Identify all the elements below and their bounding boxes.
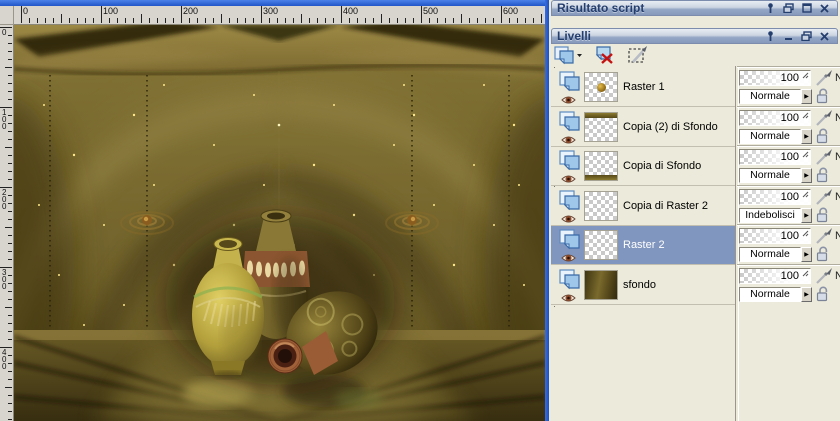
app-screen: 0 100 200 300 400 500 600 0 1 0 0 2 0 0 3 0 0 4 0 … <box>0 0 840 421</box>
h-ruler-label: 300 <box>263 6 279 16</box>
h-ruler-label: 400 <box>343 6 359 16</box>
layer-name-label: sfondo <box>623 278 657 291</box>
layer-thumbnail[interactable] <box>584 72 618 102</box>
layer-lock-icon[interactable] <box>815 286 831 307</box>
ruler-corner <box>0 6 14 25</box>
opacity-resize-handle-icon <box>802 106 809 124</box>
minimize-icon[interactable] <box>783 31 794 42</box>
opacity-slider[interactable]: 100 <box>739 267 811 284</box>
restore-icon[interactable] <box>783 3 794 14</box>
blend-mode-arrow-button[interactable]: ▶ <box>801 128 812 144</box>
layer-thumbnail[interactable] <box>584 190 618 221</box>
opacity-resize-handle-icon <box>802 224 809 242</box>
v-ruler-label: 4 0 0 <box>2 348 7 371</box>
layer-thumbnail[interactable] <box>584 230 618 260</box>
layer-controls-6: 100 N Normale ▶ <box>737 263 840 307</box>
opacity-resize-handle-icon <box>802 66 809 84</box>
blend-mode-arrow-button[interactable]: ▶ <box>801 247 812 262</box>
v-ruler-label: 0 <box>2 28 7 37</box>
pin-icon[interactable] <box>765 30 776 42</box>
layer-thumbnail[interactable] <box>584 151 618 181</box>
h-ruler-label: 600 <box>503 6 519 16</box>
blend-mode-dropdown[interactable]: Normale <box>739 168 801 183</box>
maximize-icon[interactable] <box>801 3 812 14</box>
layer-row-copia-di-sfondo[interactable]: Copia di Sfondo <box>551 147 735 186</box>
image-canvas[interactable] <box>14 25 545 421</box>
h-ruler-label: 0 <box>23 6 29 16</box>
layer-controls-3: 100 N Normale ▶ <box>737 145 840 185</box>
layer-controls-4: 100 N Indebolisci ▶ <box>737 184 840 225</box>
blend-mode-arrow-button[interactable]: ▶ <box>801 89 812 104</box>
artwork-vases <box>14 25 545 421</box>
new-layer-button[interactable] <box>553 45 583 65</box>
opacity-value: 100 <box>780 190 799 203</box>
layer-controls-5: 100 N Normale ▶ <box>737 224 840 264</box>
opacity-slider[interactable]: 100 <box>739 70 811 86</box>
opacity-resize-handle-icon <box>802 145 809 163</box>
layer-name-label: Copia di Raster 2 <box>623 199 708 212</box>
script-result-title: Risultato script <box>557 1 645 15</box>
opacity-value: 100 <box>780 269 799 282</box>
blend-mode-arrow-button[interactable]: ▶ <box>801 286 812 302</box>
layer-thumbnail[interactable] <box>584 111 618 142</box>
h-ruler-label: 500 <box>423 6 439 16</box>
blend-mode-dropdown[interactable]: Normale <box>739 89 801 104</box>
opacity-slider[interactable]: 100 <box>739 149 811 165</box>
opacity-value: 100 <box>780 111 799 124</box>
layer-controls-2: 100 N Normale ▶ <box>737 105 840 146</box>
horizontal-ruler: 0 100 200 300 400 500 600 <box>14 6 545 25</box>
layers-panel-titlebar[interactable]: Livelli <box>551 28 838 44</box>
layer-controls-1: 100 N Normale ▶ <box>737 66 840 106</box>
link-set-indicator: N <box>835 111 840 124</box>
link-set-indicator: N <box>835 230 840 242</box>
link-set-indicator: N <box>835 72 840 84</box>
opacity-slider[interactable]: 100 <box>739 228 811 244</box>
blend-mode-dropdown[interactable]: Normale <box>739 128 801 144</box>
opacity-value: 100 <box>780 72 799 84</box>
edit-selection-button[interactable] <box>627 45 650 65</box>
layer-name-label: Raster 1 <box>623 81 665 93</box>
opacity-slider[interactable]: 100 <box>739 188 811 205</box>
script-result-panel-titlebar[interactable]: Risultato script <box>551 0 838 16</box>
opacity-resize-handle-icon <box>802 264 809 282</box>
layer-name-label: Copia di Sfondo <box>623 160 702 172</box>
restore-icon[interactable] <box>801 31 812 42</box>
h-ruler-label: 200 <box>183 6 199 16</box>
close-icon[interactable] <box>819 31 830 42</box>
link-set-indicator: N <box>835 269 840 282</box>
opacity-value: 100 <box>780 151 799 163</box>
layers-toolbar <box>553 45 650 65</box>
close-icon[interactable] <box>819 3 830 14</box>
link-set-indicator: N <box>835 151 840 163</box>
opacity-resize-handle-icon <box>802 185 809 203</box>
layer-row-sfondo[interactable]: sfondo <box>551 265 735 308</box>
layer-name-label: Raster 2 <box>623 239 665 251</box>
layer-row-raster-1[interactable]: Raster 1 <box>551 68 735 107</box>
opacity-slider[interactable]: 100 <box>739 109 811 126</box>
blend-mode-dropdown[interactable]: Normale <box>739 286 801 302</box>
blend-mode-arrow-button[interactable]: ▶ <box>801 168 812 183</box>
vertical-ruler: 0 1 0 0 2 0 0 3 0 0 4 0 0 <box>0 25 14 421</box>
layers-panel-title: Livelli <box>557 29 592 43</box>
layer-row-raster-2[interactable]: Raster 2 <box>551 226 735 265</box>
layer-thumbnail[interactable] <box>584 269 618 300</box>
delete-layer-button[interactable] <box>594 45 616 65</box>
opacity-value: 100 <box>780 230 799 242</box>
layer-name-label: Copia (2) di Sfondo <box>623 120 718 133</box>
h-ruler-label: 100 <box>103 6 119 16</box>
pin-icon[interactable] <box>765 2 776 14</box>
blend-mode-dropdown[interactable]: Normale <box>739 247 801 262</box>
link-set-indicator: N <box>835 190 840 203</box>
v-ruler-label: 2 0 0 <box>2 188 7 211</box>
blend-mode-arrow-button[interactable]: ▶ <box>801 207 812 223</box>
layer-row-copia-2-di-sfondo[interactable]: Copia (2) di Sfondo <box>551 107 735 147</box>
layer-row-copia-di-raster-2[interactable]: Copia di Raster 2 <box>551 186 735 226</box>
v-ruler-label: 3 0 0 <box>2 268 7 291</box>
v-ruler-label: 1 0 0 <box>2 108 7 131</box>
blend-mode-dropdown[interactable]: Indebolisci <box>739 207 801 223</box>
layer-visibility-eye-icon[interactable] <box>561 290 576 308</box>
